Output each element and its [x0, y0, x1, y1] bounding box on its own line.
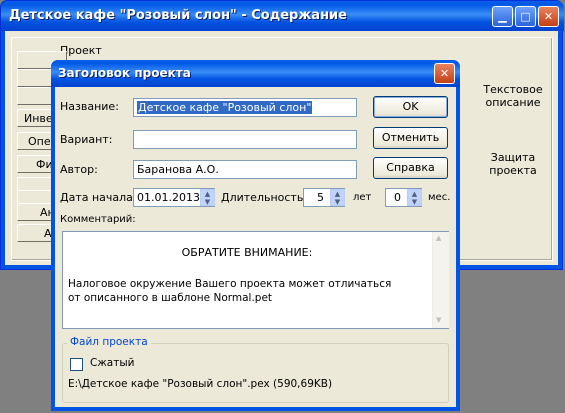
months-spinner[interactable]: ▲ ▼	[407, 189, 422, 206]
start-date-spinner[interactable]: ▲ ▼	[200, 189, 215, 206]
close-icon: ✕	[543, 10, 554, 23]
months-unit-label: мес.	[428, 192, 451, 203]
minimize-button[interactable]: ▁	[492, 6, 513, 27]
main-titlebar[interactable]: Детское кафе "Розовый слон" - Содержание…	[1, 1, 564, 31]
comment-scrollbar[interactable]: ▲ ▼	[432, 232, 449, 328]
compressed-checkbox[interactable]	[70, 358, 83, 371]
dialog-close-button[interactable]: ✕	[434, 63, 455, 84]
close-button[interactable]: ✕	[538, 6, 559, 27]
project-protection-item[interactable]: Защита проекта	[477, 151, 549, 177]
dialog-titlebar[interactable]: Заголовок проекта ✕	[51, 60, 460, 87]
author-input[interactable]: Баранова А.О.	[133, 160, 357, 179]
maximize-button[interactable]: □	[515, 6, 536, 27]
variant-label: Вариант:	[60, 133, 113, 146]
spin-down-icon[interactable]: ▼	[408, 198, 421, 206]
compressed-label: Сжатый	[90, 357, 135, 369]
minimize-icon: ▁	[498, 10, 507, 23]
variant-input[interactable]	[133, 130, 357, 149]
scroll-up-icon[interactable]: ▲	[436, 234, 441, 242]
project-file-path: E:\Детское кафе "Розовый слон".pex (590,…	[68, 378, 333, 390]
spin-up-icon[interactable]: ▲	[408, 190, 421, 198]
spin-down-icon[interactable]: ▼	[201, 198, 214, 206]
start-date-label: Дата начала:	[60, 191, 137, 204]
spin-up-icon[interactable]: ▲	[201, 190, 214, 198]
spin-up-icon[interactable]: ▲	[331, 190, 344, 198]
name-input[interactable]: Детское кафе "Розовый слон"	[133, 98, 357, 117]
spin-down-icon[interactable]: ▼	[331, 198, 344, 206]
name-label: Название:	[60, 100, 119, 113]
author-label: Автор:	[60, 163, 98, 176]
main-window-title: Детское кафе "Розовый слон" - Содержание	[9, 8, 347, 23]
close-icon: ✕	[439, 67, 450, 80]
dialog-client-area: Название: Детское кафе "Розовый слон" Ва…	[55, 87, 456, 407]
dialog-title: Заголовок проекта	[58, 66, 191, 80]
project-file-group-label: Файл проекта	[67, 336, 151, 348]
comment-heading: ОБРАТИТЕ ВНИМАНИЕ:	[181, 246, 313, 259]
maximize-icon: □	[520, 10, 531, 23]
comment-label: Комментарий:	[60, 214, 136, 225]
comment-body: Налоговое окружение Вашего проекта может…	[68, 278, 392, 304]
text-description-item[interactable]: Текстовое описание	[477, 83, 549, 109]
project-header-dialog: Заголовок проекта ✕ Название: Детское ка…	[51, 60, 460, 411]
cancel-button[interactable]: Отменить	[373, 127, 448, 149]
scroll-down-icon[interactable]: ▼	[436, 316, 441, 324]
ok-button[interactable]: OK	[373, 96, 448, 118]
duration-label: Длительность:	[221, 191, 308, 204]
project-file-group	[62, 343, 449, 403]
help-button[interactable]: Справка	[373, 157, 448, 179]
years-unit-label: лет	[353, 192, 372, 203]
years-spinner[interactable]: ▲ ▼	[330, 189, 345, 206]
comment-textarea[interactable]: ОБРАТИТЕ ВНИМАНИЕ: Налоговое окружение В…	[62, 231, 449, 329]
